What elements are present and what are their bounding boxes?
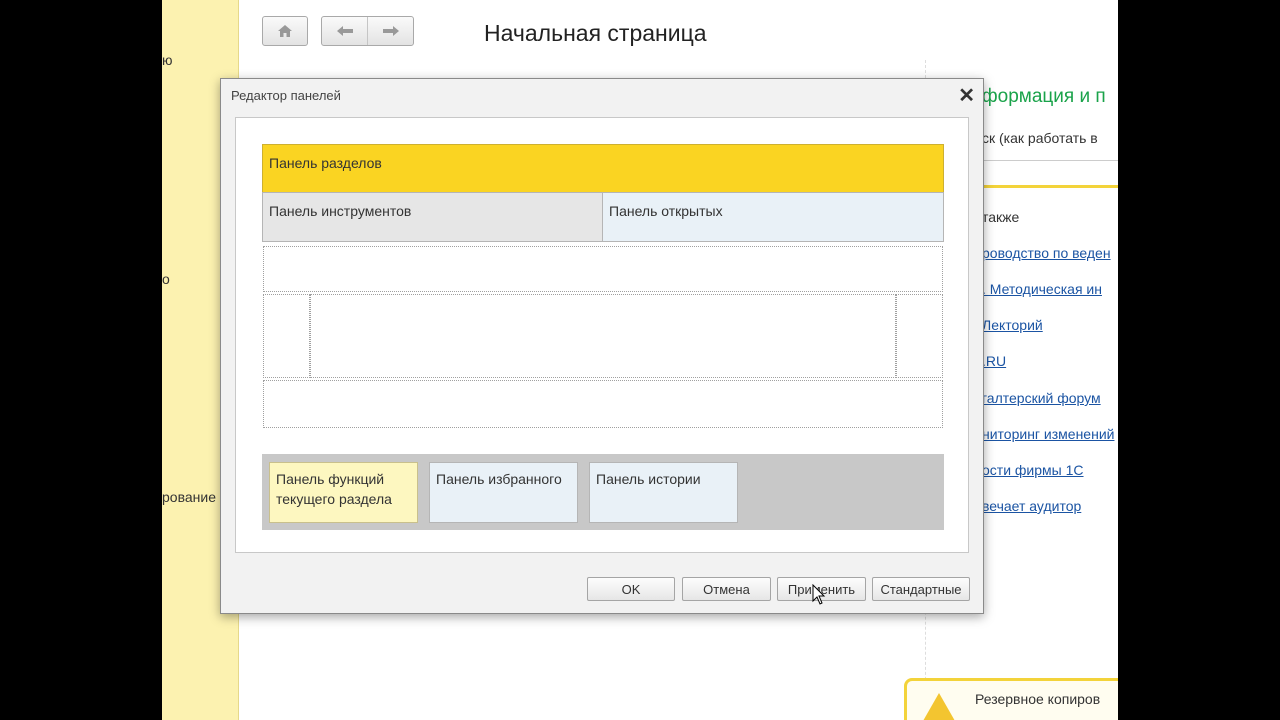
close-icon[interactable]: ✕ — [958, 83, 975, 108]
default-button[interactable]: Стандартные — [872, 577, 970, 601]
left-drop-zone[interactable] — [263, 294, 310, 378]
page-title: Начальная страница — [484, 20, 707, 46]
warning-icon — [923, 693, 955, 720]
ok-button[interactable]: OK — [587, 577, 675, 601]
panel-layout-editor: Панель разделов Панель инструментов Пане… — [235, 117, 969, 553]
sections-panel[interactable]: Панель разделов — [262, 144, 944, 193]
back-button[interactable] — [322, 17, 368, 45]
panel-editor-dialog: Редактор панелей ✕ Панель разделов Панел… — [220, 78, 984, 614]
info-title: формация и п — [982, 86, 1106, 107]
info-link-3[interactable]: Лекторий — [982, 317, 1043, 333]
functions-panel[interactable]: Панель функций текущего раздела — [269, 462, 418, 523]
arrow-left-icon — [336, 26, 353, 36]
info-link-5[interactable]: галтерский форум — [982, 390, 1101, 406]
info-link-1[interactable]: роводство по веден — [982, 245, 1111, 261]
sidebar-item-3[interactable]: рование — [162, 489, 216, 505]
info-link-8[interactable]: вечает аудитор — [982, 498, 1081, 514]
backup-notification[interactable]: Резервное копиров — [904, 678, 1118, 720]
top-drop-zone[interactable] — [263, 246, 943, 292]
home-button[interactable] — [262, 16, 308, 46]
app-window: ю о рование Начальная страница формация … — [162, 0, 1118, 720]
arrow-right-icon — [382, 26, 399, 36]
history-panel[interactable]: Панель истории — [589, 462, 738, 523]
history-nav — [321, 16, 414, 46]
available-panels-area: Панель функций текущего раздела Панель и… — [262, 454, 944, 530]
right-drop-zone[interactable] — [896, 294, 943, 378]
info-link-2[interactable]: . Методическая ин — [982, 281, 1102, 297]
cancel-button[interactable]: Отмена — [682, 577, 771, 601]
sidebar-item-2[interactable]: о — [162, 271, 170, 287]
info-search-input[interactable] — [982, 160, 1118, 188]
work-area-zone — [310, 294, 896, 378]
info-link-7[interactable]: ости фирмы 1С — [982, 462, 1084, 478]
favorites-panel[interactable]: Панель избранного — [429, 462, 578, 523]
forward-button[interactable] — [368, 17, 413, 45]
bottom-drop-zone[interactable] — [263, 380, 943, 428]
sidebar-item-1[interactable]: ю — [162, 52, 173, 68]
info-link-6[interactable]: ниторинг изменений — [982, 426, 1114, 442]
info-subtitle[interactable]: ск (как работать в — [982, 130, 1098, 146]
open-windows-panel[interactable]: Панель открытых — [602, 192, 944, 242]
see-also-label: также — [982, 209, 1020, 225]
home-icon — [278, 25, 292, 37]
dialog-title: Редактор панелей — [231, 88, 341, 103]
info-link-4[interactable]: .RU — [982, 353, 1006, 369]
tools-panel[interactable]: Панель инструментов — [262, 192, 603, 242]
backup-text: Резервное копиров — [975, 691, 1101, 707]
